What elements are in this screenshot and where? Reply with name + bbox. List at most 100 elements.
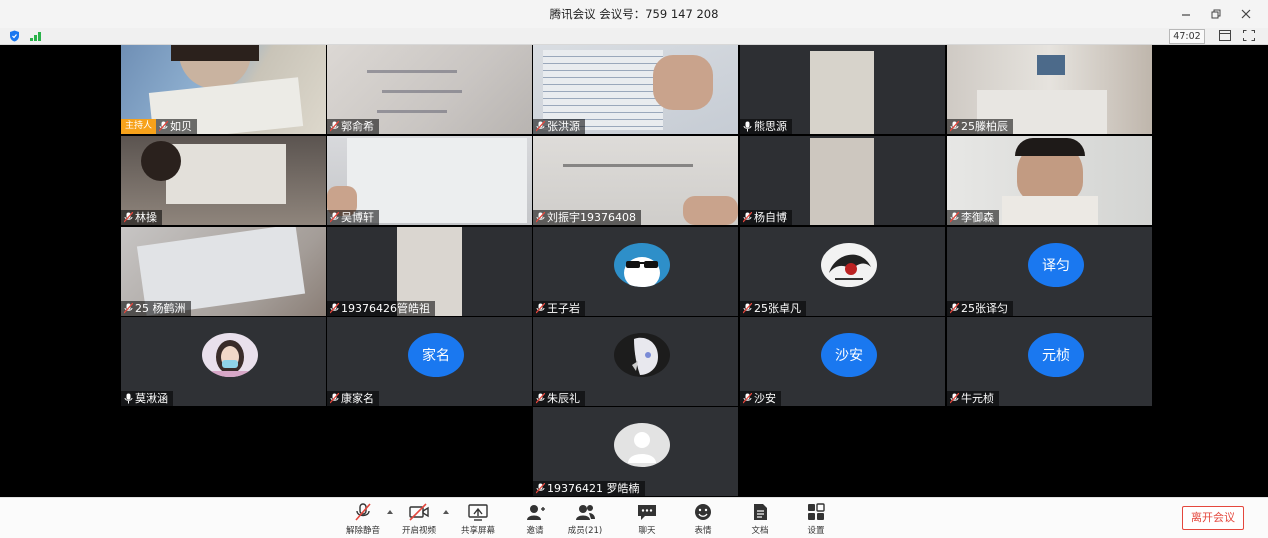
- start-video-label: 开启视频: [401, 526, 436, 536]
- apps-grid-icon: [808, 503, 825, 520]
- participant-tile[interactable]: 朱辰礼: [533, 317, 738, 406]
- participant-tile[interactable]: 19376421 罗皓楠: [533, 407, 738, 496]
- emoji-label: 表情: [694, 526, 712, 536]
- mic-muted-icon: [124, 303, 133, 314]
- document-icon: [754, 504, 767, 520]
- mic-muted-icon: [950, 121, 959, 132]
- participant-tile[interactable]: 刘振宇19376408: [533, 136, 738, 225]
- video-grid: 主持人 如贝 郭俞希 张洪源 熊思源 25滕柏辰 林操 吴博轩 刘振宇19376…: [121, 45, 1152, 496]
- participant-tile[interactable]: 25张卓凡: [740, 227, 945, 316]
- emoji-button[interactable]: 表情: [680, 501, 726, 536]
- anime-avatar: [821, 243, 877, 287]
- mic-muted-icon: [330, 212, 339, 223]
- mic-muted-icon: [536, 121, 545, 132]
- participant-name: 吴博轩: [341, 211, 374, 224]
- chat-label: 聊天: [638, 526, 656, 536]
- sunglasses-avatar: [614, 243, 670, 287]
- participant-tile[interactable]: 25滕柏辰: [947, 45, 1152, 134]
- mic-muted-icon: [124, 212, 133, 223]
- audio-options-caret[interactable]: [387, 510, 393, 514]
- docs-label: 文档: [751, 526, 769, 536]
- mic-icon: [743, 121, 752, 132]
- participant-tile[interactable]: 19376426管皓祖: [327, 227, 532, 316]
- participant-name: 王子岩: [547, 302, 580, 315]
- participant-tile[interactable]: 元桢 牛元桢: [947, 317, 1152, 406]
- mic-muted-icon: [355, 503, 371, 521]
- mic-muted-icon: [159, 121, 169, 132]
- participant-tile[interactable]: 家名 康家名: [327, 317, 532, 406]
- participant-name: 杨自博: [754, 211, 787, 224]
- settings-label: 设置: [807, 526, 825, 536]
- participant-tile[interactable]: 林操: [121, 136, 326, 225]
- participant-name: 刘振宇19376408: [547, 211, 636, 224]
- participant-name: 熊思源: [754, 120, 787, 133]
- participant-tile[interactable]: 张洪源: [533, 45, 738, 134]
- layout-icon[interactable]: [1219, 30, 1231, 41]
- participant-tile[interactable]: 译匀 25张译匀: [947, 227, 1152, 316]
- members-button[interactable]: 成员(21): [562, 501, 608, 536]
- shield-icon[interactable]: [9, 30, 20, 42]
- meeting-toolbar: 解除静音 开启视频 共享屏幕 邀请 成员(21) 聊天 表情 文档 设置 离开会…: [0, 497, 1268, 538]
- members-icon: [576, 505, 595, 520]
- participant-tile[interactable]: 杨自博: [740, 136, 945, 225]
- fullscreen-icon[interactable]: [1243, 30, 1255, 41]
- participant-name: 林操: [135, 211, 157, 224]
- invite-button[interactable]: 邀请: [512, 501, 558, 536]
- girl-avatar: [202, 333, 258, 377]
- participant-name: 19376421 罗皓楠: [547, 482, 640, 495]
- settings-button[interactable]: 设置: [793, 501, 839, 536]
- participant-tile[interactable]: 吴博轩: [327, 136, 532, 225]
- participant-name: 沙安: [754, 392, 776, 405]
- participant-name: 25 杨鹤洲: [135, 302, 186, 315]
- leave-meeting-button[interactable]: 离开会议: [1182, 506, 1244, 530]
- share-screen-button[interactable]: 共享屏幕: [455, 501, 501, 536]
- default-avatar: [614, 423, 670, 467]
- participant-tile[interactable]: 王子岩: [533, 227, 738, 316]
- mic-muted-icon: [330, 121, 339, 132]
- meeting-timer: 47:02: [1169, 29, 1205, 44]
- share-screen-icon: [468, 504, 488, 521]
- mic-muted-icon: [743, 212, 752, 223]
- participant-tile[interactable]: 主持人 如贝: [121, 45, 326, 134]
- mic-muted-icon: [950, 303, 959, 314]
- unmute-label: 解除静音: [345, 526, 380, 536]
- participant-tile[interactable]: 李御森: [947, 136, 1152, 225]
- camera-off-icon: [409, 503, 429, 521]
- signal-icon[interactable]: [30, 31, 44, 41]
- minimize-icon[interactable]: [1178, 6, 1194, 22]
- participant-tile[interactable]: 莫湫涵: [121, 317, 326, 406]
- participant-tile[interactable]: 郭俞希: [327, 45, 532, 134]
- participant-name: 莫湫涵: [135, 392, 168, 405]
- anime-avatar: [614, 333, 670, 377]
- mic-muted-icon: [330, 303, 339, 314]
- participant-tile[interactable]: 沙安 沙安: [740, 317, 945, 406]
- title-bar: 腾讯会议 会议号：759 147 208: [0, 0, 1268, 29]
- participant-name: 郭俞希: [341, 120, 374, 133]
- participant-name: 19376426管皓祖: [341, 302, 430, 315]
- participant-name: 25滕柏辰: [961, 120, 1008, 133]
- mic-muted-icon: [950, 212, 959, 223]
- mic-muted-icon: [536, 212, 545, 223]
- mic-muted-icon: [743, 303, 752, 314]
- mic-muted-icon: [536, 303, 545, 314]
- emoji-icon: [695, 504, 711, 520]
- docs-button[interactable]: 文档: [737, 501, 783, 536]
- participant-name: 康家名: [341, 392, 374, 405]
- participant-tile[interactable]: 熊思源: [740, 45, 945, 134]
- invite-label: 邀请: [526, 526, 544, 536]
- status-bar: 47:02: [0, 28, 1268, 45]
- participant-tile[interactable]: 25 杨鹤洲: [121, 227, 326, 316]
- mic-muted-icon: [743, 393, 752, 404]
- close-icon[interactable]: [1238, 6, 1254, 22]
- unmute-button[interactable]: 解除静音: [340, 501, 386, 536]
- mic-icon: [124, 393, 133, 404]
- chat-button[interactable]: 聊天: [624, 501, 670, 536]
- mic-muted-icon: [330, 393, 339, 404]
- text-avatar: 译匀: [1028, 243, 1084, 287]
- text-avatar: 元桢: [1028, 333, 1084, 377]
- video-options-caret[interactable]: [443, 510, 449, 514]
- start-video-button[interactable]: 开启视频: [396, 501, 442, 536]
- mic-muted-icon: [536, 483, 545, 494]
- chat-icon: [638, 505, 656, 520]
- restore-icon[interactable]: [1208, 6, 1224, 22]
